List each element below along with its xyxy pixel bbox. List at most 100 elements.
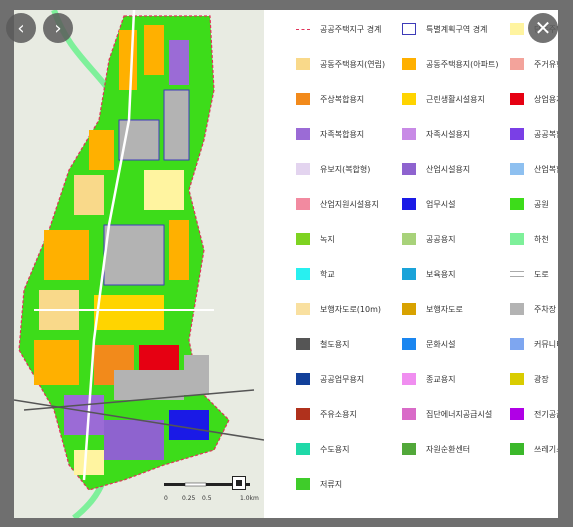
legend-label: 저류지 (320, 479, 343, 489)
legend-swatch (296, 93, 310, 105)
legend-item: 산업복합용지 (510, 162, 558, 176)
chevron-right-icon: › (54, 17, 62, 39)
legend-label: 공공용지 (426, 234, 456, 244)
legend-swatch (510, 128, 524, 140)
legend-swatch (510, 303, 524, 315)
scale-tick-2: 0.5 (202, 495, 212, 502)
legend-swatch (510, 233, 524, 245)
legend-swatch (510, 93, 524, 105)
legend-item: 공동주택용지(아파트) (402, 57, 498, 71)
legend-label: 보행자도로(10m) (320, 304, 382, 314)
legend-swatch (296, 58, 310, 70)
legend-item: 광장 (510, 372, 549, 386)
legend-swatch (510, 338, 524, 350)
legend-item: 공동주택용지(연립) (296, 57, 385, 71)
legend-label: 주상복합용지 (320, 94, 365, 104)
land-use-plan-image: 0 0.25 0.5 1.0km 공공주택지구 경계공동주택용지(연립) 주상복합… (14, 10, 558, 518)
legend-swatch (510, 373, 524, 385)
legend-label: 보육용지 (426, 269, 456, 279)
legend-label: 집단에너지공급시설 (426, 409, 493, 419)
legend-label: 공공복합용지 (534, 129, 558, 139)
legend-item: 주차장 (510, 302, 556, 316)
chevron-left-icon: ‹ (17, 17, 25, 39)
land-use-map: 0 0.25 0.5 1.0km (14, 10, 264, 518)
north-arrow-icon (232, 476, 246, 490)
legend-item: 공원 (510, 197, 549, 211)
legend-swatch (510, 58, 524, 70)
legend-swatch (296, 443, 310, 455)
legend-swatch (296, 268, 310, 280)
legend-item: 공공용지 (402, 232, 455, 246)
legend-swatch (402, 233, 416, 245)
legend-label: 상업용지 (534, 94, 558, 104)
legend-swatch (402, 128, 416, 140)
legend-label: 공공업무용지 (320, 374, 365, 384)
legend-item: 전기공급설비 (510, 407, 558, 421)
legend-item: 문화시설 (402, 337, 455, 351)
legend-label: 업무시설 (426, 199, 456, 209)
legend-item: 보육용지 (402, 267, 455, 281)
legend-label: 특별계획구역 경계 (426, 24, 488, 34)
legend-item: 도로 (510, 267, 549, 281)
legend-item: 학교 (296, 267, 335, 281)
legend-label: 수도용지 (320, 444, 350, 454)
legend-item: 공공주택지구 경계 (296, 22, 381, 36)
legend-label: 쓰레기소각시설 (534, 444, 558, 454)
legend-label: 주차장 (534, 304, 557, 314)
legend-item: 커뮤니티시설 (510, 337, 558, 351)
legend-item: 하천 (510, 232, 549, 246)
legend-swatch (402, 163, 416, 175)
legend-swatch (296, 163, 310, 175)
scale-tick-1: 0.25 (182, 495, 196, 502)
legend-item: 공공업무용지 (296, 372, 364, 386)
legend-swatch (296, 128, 310, 140)
close-button[interactable]: ✕ (528, 13, 558, 43)
legend-swatch (296, 408, 310, 420)
legend-item: 업무시설 (402, 197, 455, 211)
legend-label: 공공주택지구 경계 (320, 24, 382, 34)
legend-item: 집단에너지공급시설 (402, 407, 492, 421)
legend-swatch (510, 23, 524, 35)
legend-item: 쓰레기소각시설 (510, 442, 558, 456)
legend-item: 자족시설용지 (402, 127, 470, 141)
legend-item: 주거유형복합용지 (510, 57, 558, 71)
legend-label: 전기공급설비 (534, 409, 558, 419)
legend-swatch (402, 408, 416, 420)
close-icon: ✕ (534, 16, 552, 40)
legend-swatch (510, 271, 524, 277)
legend-swatch (510, 198, 524, 210)
legend-item: 주상복합용지 (296, 92, 364, 106)
scale-tick-0: 0 (164, 495, 168, 502)
legend-label: 주유소용지 (320, 409, 357, 419)
legend-swatch (402, 58, 416, 70)
legend-swatch (402, 373, 416, 385)
legend-swatch (296, 478, 310, 490)
next-image-button[interactable]: › (43, 13, 73, 43)
legend-item: 산업지원시설용지 (296, 197, 379, 211)
legend-item: 특별계획구역 경계 (402, 22, 487, 36)
map-drawing (14, 10, 264, 518)
legend-swatch (402, 443, 416, 455)
legend-item: 종교용지 (402, 372, 455, 386)
legend-swatch (402, 303, 416, 315)
legend-label: 하천 (534, 234, 549, 244)
legend-label: 유보지(복합형) (320, 164, 371, 174)
legend-item: 자원순환센터 (402, 442, 470, 456)
legend-label: 보행자도로 (426, 304, 463, 314)
prev-image-button[interactable]: ‹ (6, 13, 36, 43)
scale-bar: 0 0.25 0.5 1.0km (164, 482, 259, 502)
legend-swatch (402, 198, 416, 210)
legend-label: 광장 (534, 374, 549, 384)
legend-item: 공공복합용지 (510, 127, 558, 141)
legend-label: 종교용지 (426, 374, 456, 384)
legend-swatch (510, 408, 524, 420)
legend-label: 주거유형복합용지 (534, 59, 558, 69)
legend-swatch (296, 338, 310, 350)
scale-tick-3: 1.0km (240, 495, 259, 502)
legend-item: 보행자도로 (402, 302, 463, 316)
legend-label: 공동주택용지(아파트) (426, 59, 499, 69)
legend-swatch (510, 443, 524, 455)
legend-item: 보행자도로(10m) (296, 302, 381, 316)
legend-item: 상업용지 (510, 92, 558, 106)
legend-item: 저류지 (296, 477, 342, 491)
